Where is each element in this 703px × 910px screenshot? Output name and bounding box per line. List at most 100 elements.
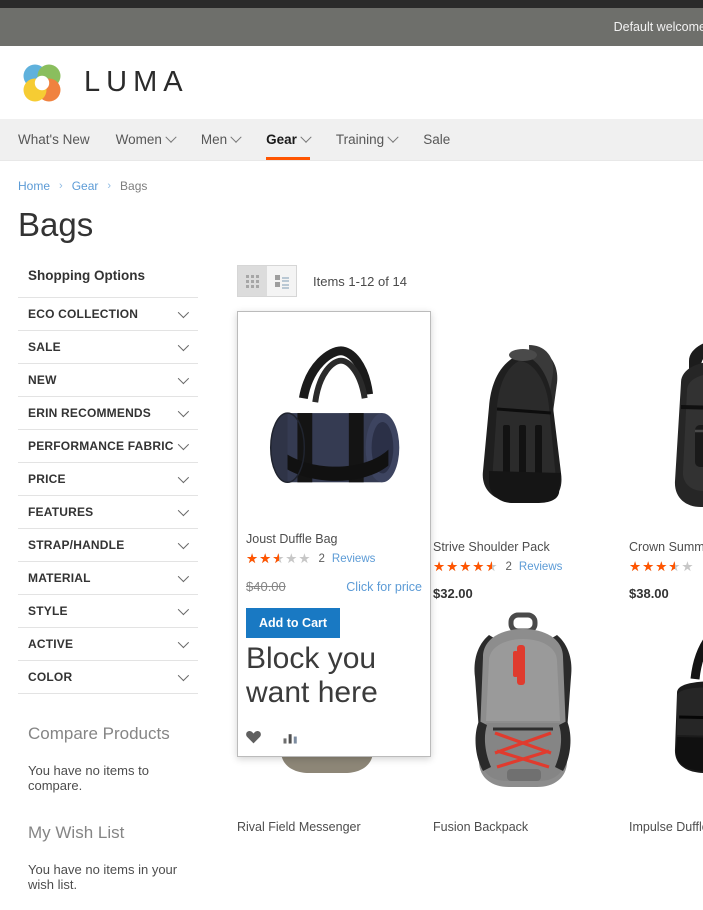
product-rating[interactable]: ★★★★★ ★★★★★ 2 Reviews	[246, 552, 422, 566]
nav-label: What's New	[18, 132, 90, 147]
rating-fill: ★★★★★	[246, 552, 279, 566]
filter-new[interactable]: NEW	[18, 364, 198, 398]
product-item-crown-summit-backpack[interactable]: Crown Summit Backpack ★★★★★ ★★★★★ $38.00	[629, 321, 703, 601]
wish-list-block: My Wish List You have no items in your w…	[18, 823, 198, 892]
reviews-count: 2	[318, 553, 325, 566]
click-for-price-link[interactable]: Click for price	[346, 580, 422, 594]
nav-item-gear[interactable]: Gear	[266, 119, 323, 160]
chevron-down-icon	[177, 637, 190, 649]
chevron-down-icon	[177, 340, 190, 352]
wish-list-title: My Wish List	[28, 823, 125, 843]
filter-style[interactable]: STYLE	[18, 595, 198, 629]
product-name[interactable]: Strive Shoulder Pack	[433, 540, 629, 554]
product-card-actions	[246, 730, 422, 744]
luma-flower-logo-icon[interactable]	[18, 59, 66, 107]
breadcrumb-home[interactable]: Home	[18, 179, 50, 193]
product-toolbar: Items 1-12 of 14	[237, 265, 703, 298]
filter-erin-recommends[interactable]: ERIN RECOMMENDS	[18, 397, 198, 431]
chevron-down-icon	[177, 604, 190, 616]
reviews-count: 2	[505, 561, 512, 574]
product-list-main: Items 1-12 of 14 Joust Duffle Bag ★★★★★ …	[214, 265, 703, 834]
product-item-impulse-duffle[interactable]: Impulse Duffle	[629, 601, 703, 834]
product-name[interactable]: Joust Duffle Bag	[246, 532, 422, 546]
sidebar: Shopping Options ECO COLLECTION SALE NEW…	[18, 265, 214, 892]
chevron-down-icon	[165, 131, 177, 143]
filter-label: ACTIVE	[28, 637, 74, 652]
page-body: Home › Gear › Bags Bags Shopping Options…	[0, 161, 703, 892]
nav-label: Sale	[423, 132, 451, 147]
product-image-backpack-black[interactable]	[629, 321, 703, 529]
filter-material[interactable]: MATERIAL	[18, 562, 198, 596]
product-hover-card[interactable]: Joust Duffle Bag ★★★★★ ★★★★★ 2 Reviews $…	[237, 311, 431, 758]
breadcrumb-gear[interactable]: Gear	[72, 179, 99, 193]
chevron-down-icon	[177, 571, 190, 583]
product-rating[interactable]: ★★★★★ ★★★★★	[629, 560, 703, 574]
chevron-down-icon	[177, 505, 190, 517]
filter-color[interactable]: COLOR	[18, 661, 198, 695]
filter-sale[interactable]: SALE	[18, 331, 198, 365]
nav-label: Gear	[266, 132, 297, 147]
rating-fill: ★★★★★	[433, 560, 492, 574]
product-image-duffle-navy[interactable]	[246, 320, 424, 520]
filter-strap-handle[interactable]: STRAP/HANDLE	[18, 529, 198, 563]
product-name[interactable]: Crown Summit Backpack	[629, 540, 703, 554]
view-mode-switcher	[237, 265, 297, 298]
filter-label: STRAP/HANDLE	[28, 538, 125, 553]
old-price: $40.00	[246, 578, 286, 594]
rating-stars: ★★★★★ ★★★★★	[629, 559, 695, 575]
reviews-link[interactable]: Reviews	[519, 561, 562, 573]
filter-label: COLOR	[28, 670, 73, 685]
list-view-button[interactable]	[267, 266, 296, 297]
product-item-joust-duffle-bag[interactable]: Joust Duffle Bag ★★★★★ ★★★★★ 2 Reviews $…	[237, 311, 433, 758]
panel-header: Default welcome	[0, 8, 703, 46]
page-title: Bags	[18, 206, 94, 243]
filter-price[interactable]: PRICE	[18, 463, 198, 497]
logo-text[interactable]: LUMA	[84, 66, 189, 99]
add-to-cart-button[interactable]: Add to Cart	[246, 607, 341, 638]
chevron-down-icon	[177, 670, 190, 682]
grid-view-button[interactable]	[238, 266, 267, 297]
product-price: $38.00	[629, 585, 669, 601]
product-price: $32.00	[433, 585, 473, 601]
nav-item-men[interactable]: Men	[201, 119, 253, 160]
nav-label: Men	[200, 132, 228, 147]
rating-fill: ★★★★★	[629, 560, 675, 574]
heart-icon[interactable]	[246, 730, 261, 744]
filter-performance-fabric[interactable]: PERFORMANCE FABRIC	[18, 430, 198, 464]
breadcrumb-separator-icon: ›	[107, 180, 112, 192]
product-price-row: $40.00 Click for price	[246, 579, 422, 594]
product-item-fusion-backpack[interactable]: Fusion Backpack	[433, 601, 629, 834]
reviews-link[interactable]: Reviews	[332, 553, 375, 565]
main-navigation: What's New Women Men Gear Training Sale	[0, 119, 703, 161]
product-name[interactable]: Fusion Backpack	[433, 820, 629, 834]
product-image-sling-black[interactable]	[433, 321, 613, 529]
product-item-strive-shoulder-pack[interactable]: Strive Shoulder Pack ★★★★★ ★★★★★ 2 Revie…	[433, 321, 629, 601]
compare-bars-icon[interactable]	[283, 730, 298, 744]
nav-item-women[interactable]: Women	[116, 119, 188, 160]
content-columns: Shopping Options ECO COLLECTION SALE NEW…	[18, 265, 703, 892]
filter-label: SALE	[28, 340, 61, 355]
compare-products-title: Compare Products	[28, 724, 170, 744]
filter-label: NEW	[28, 373, 57, 388]
product-rating[interactable]: ★★★★★ ★★★★★ 2 Reviews	[433, 560, 629, 574]
filter-label: ERIN RECOMMENDS	[28, 406, 152, 421]
nav-item-sale[interactable]: Sale	[423, 119, 463, 160]
product-name[interactable]: Rival Field Messenger	[237, 820, 433, 834]
product-name[interactable]: Impulse Duffle	[629, 820, 703, 834]
filter-active[interactable]: ACTIVE	[18, 628, 198, 662]
nav-item-training[interactable]: Training	[336, 119, 410, 160]
wish-list-empty: You have no items in your wish list.	[28, 862, 178, 893]
grid-icon	[246, 274, 259, 288]
compare-products-empty: You have no items to compare.	[28, 763, 149, 794]
product-image-backpack-gray-red[interactable]	[433, 601, 613, 809]
breadcrumb: Home › Gear › Bags	[18, 161, 703, 193]
filter-features[interactable]: FEATURES	[18, 496, 198, 530]
chevron-down-icon	[177, 538, 190, 550]
filter-label: PRICE	[28, 472, 66, 487]
promo-block-text: Block you want here	[246, 641, 378, 709]
product-image-duffle-black[interactable]	[629, 601, 703, 809]
chevron-down-icon	[230, 131, 242, 143]
filter-label: STYLE	[28, 604, 68, 619]
nav-item-whats-new[interactable]: What's New	[18, 119, 103, 160]
filter-eco-collection[interactable]: ECO COLLECTION	[18, 298, 198, 332]
